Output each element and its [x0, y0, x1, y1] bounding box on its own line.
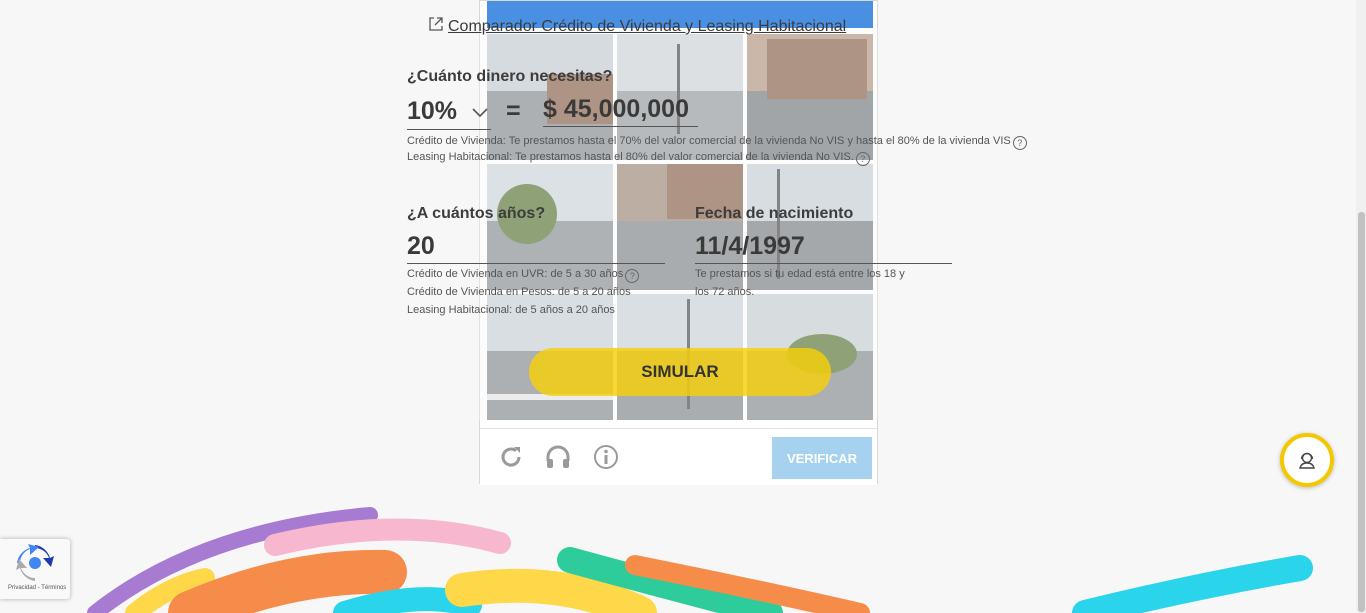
help-icon[interactable]: ? [1012, 136, 1027, 150]
chevron-down-icon[interactable] [471, 106, 489, 124]
age-hint-line1: Te prestamos si tu edad está entre los 1… [695, 268, 905, 280]
years-input[interactable]: 20 [407, 232, 435, 261]
birth-date-input[interactable]: 11/4/1997 [695, 232, 805, 261]
simulate-button[interactable]: SIMULAR [529, 348, 831, 396]
support-chat-button[interactable] [1280, 433, 1334, 487]
scrollbar-thumb[interactable] [1358, 212, 1365, 612]
privacy-terms-links[interactable]: Privacidad - Términos [8, 585, 66, 591]
recaptcha-logo-icon [16, 544, 54, 587]
credit-amount-hint: Crédito de Vivienda: Te prestamos hasta … [407, 133, 1027, 150]
years-hint-pesos: Crédito de Vivienda en Pesos: de 5 a 20 … [407, 286, 631, 298]
amount-question: ¿Cuánto dinero necesitas? [407, 68, 613, 85]
age-hint-line2: los 72 años. [695, 286, 755, 298]
leasing-amount-hint: Leasing Habitacional: Te prestamos hasta… [407, 149, 870, 166]
comparator-link[interactable]: Comparador Crédito de Vivienda y Leasing… [428, 16, 846, 37]
support-agent-icon [1297, 450, 1317, 475]
recaptcha-badge[interactable]: Privacidad - Términos [0, 539, 70, 599]
years-hint-uvr: Crédito de Vivienda en UVR: de 5 a 30 añ… [407, 266, 640, 283]
percent-select[interactable]: 10% [407, 97, 457, 126]
equals-sign: = [506, 97, 521, 125]
loan-simulator-form: Comparador Crédito de Vivienda y Leasing… [0, 0, 1366, 613]
years-question: ¿A cuántos años? [407, 205, 546, 222]
birth-date-label: Fecha de nacimiento [695, 205, 854, 222]
years-hint-leasing: Leasing Habitacional: de 5 años a 20 año… [407, 304, 615, 316]
help-icon[interactable]: ? [855, 152, 870, 166]
help-icon[interactable]: ? [625, 269, 640, 283]
external-link-icon [428, 16, 444, 37]
amount-input[interactable]: $ 45,000,000 [543, 95, 689, 124]
